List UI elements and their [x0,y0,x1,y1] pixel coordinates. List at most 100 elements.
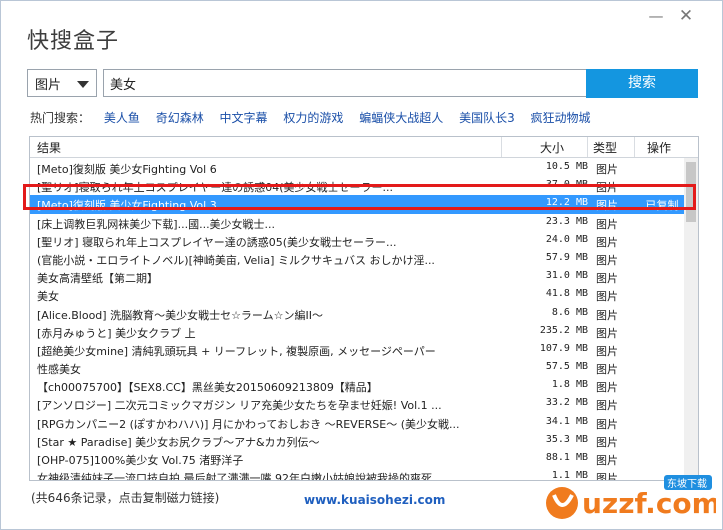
hot-search-link[interactable]: 蝙蝠侠大战超人 [359,111,443,125]
hot-search-link[interactable]: 中文字幕 [220,111,268,125]
hot-search-link[interactable]: 奇幻森林 [156,111,204,125]
scrollbar-thumb[interactable] [686,162,696,222]
row-name: [Meto]復刻版 美少女Fighting Vol 3 [37,199,217,213]
row-type: 图片 [596,217,618,231]
app-title: 快搜盒子 [27,29,120,54]
row-type: 图片 [596,272,618,286]
table-body: [Meto]復刻版 美少女Fighting Vol 6 10.5 MB 图片 [聖リオ… [30,159,698,481]
search-button[interactable]: 搜索 [586,69,698,98]
row-name: 美女高清壁纸【第二期】 [37,272,158,286]
row-size: 10.5 MB [545,161,588,172]
table-header: 结果 大小 类型 操作 [30,137,698,158]
type-dropdown[interactable]: 图片 [27,69,97,97]
column-divider[interactable] [501,137,502,157]
close-icon[interactable]: ✕ [675,7,697,25]
row-size: 12.2 MB [545,197,588,209]
table-row[interactable]: 美女高清壁纸【第二期】 31.0 MB 图片 [30,268,698,286]
table-row[interactable]: [Star ★ Paradise] 美少女お尻クラブ～アナ&カカ列伝～ 35.3 … [30,432,698,450]
table-row[interactable]: [Alice.Blood] 洗脳教育～美少女戦士セ☆ラーム☆ン編II～ 8.6 M… [30,305,698,323]
row-type: 图片 [596,454,618,467]
search-input[interactable] [103,69,589,97]
table-row[interactable]: 美女 41.8 MB 图片 [30,286,698,304]
row-type: 图片 [596,344,618,358]
table-row[interactable]: [Meto]復刻版 美少女Fighting Vol 6 10.5 MB 图片 [30,159,698,177]
row-name: [Star ★ Paradise] 美少女お尻クラブ～アナ&カカ列伝～ [37,435,320,449]
uzzf-watermark-logo: uzzf.com 东坡下载 [546,475,716,520]
type-dropdown-value: 图片 [35,78,62,93]
table-row[interactable]: 性感美女 57.5 MB 图片 [30,359,698,377]
row-name: [床上调教巨乳网袜美少下载]...國...美少女戦士... [37,217,276,231]
row-name: 女神级清纯妹子一流口技自拍 最后射了满满一嘴 92年白嫩小姑娘說被我操的爽死..… [37,472,443,481]
row-size: 8.6 MB [551,306,588,318]
row-size: 34.1 MB [545,415,588,427]
watermark-text: uzzf.com [582,487,716,520]
row-type: 图片 [596,308,618,322]
hot-search-link[interactable]: 美国队长3 [459,111,515,125]
row-name: [超絶美少女mine] 清純乳頭玩具 + リーフレット, 複製原画, メッセージ… [37,344,436,358]
row-type: 图片 [596,163,618,176]
row-action[interactable]: 已复制 [642,197,682,213]
row-type: 图片 [596,381,618,395]
hot-searches-label: 热门搜索： [30,111,91,125]
row-size: 88.1 MB [545,452,588,463]
hot-searches: 热门搜索： 美人鱼 奇幻森林 中文字幕 权力的游戏 蝙蝠侠大战超人 美国队长3 … [30,109,603,126]
table-row[interactable]: [赤月みゅうと] 美少女クラブ 上 235.2 MB 图片 [30,323,698,341]
row-name: 美女 [37,290,59,304]
row-size: 57.9 MB [545,251,588,263]
column-header-type[interactable]: 类型 [593,139,617,156]
table-row[interactable]: [床上调教巨乳网袜美少下载]...國...美少女戦士... 23.3 MB 图片 [30,214,698,232]
row-size: 31.0 MB [545,270,588,282]
scrollbar[interactable] [684,158,698,479]
row-type: 图片 [596,290,618,304]
table-row[interactable]: [聖リオ]寝取られ年上コスプレイヤー達の誘惑04(美少女戦士セーラー... 37.… [30,177,698,195]
table-row[interactable]: [RPGカンパニー2 (ぽすかわハハ)] 月にかわっておしおき ～REVERSE… [30,414,698,432]
row-name: (官能小説・エロライトノベル)[神崎美亩, Velia] ミルクサキュバス おし… [37,253,435,267]
chevron-down-icon [77,81,89,88]
row-name: [聖リオ]寝取られ年上コスプレイヤー達の誘惑04(美少女戦士セーラー... [37,181,394,195]
row-name: 【ch00075700】【SEX8.CC】黑丝美女20150609213809【… [37,381,378,395]
row-size: 24.0 MB [545,233,588,245]
results-table: 结果 大小 类型 操作 [Meto]復刻版 美少女Fighting Vol 6 1… [29,136,699,481]
hot-search-link[interactable]: 美人鱼 [104,111,140,125]
row-size: 33.2 MB [545,397,588,409]
row-type: 图片 [596,199,618,213]
row-name: [アンソロジー] 二次元コミックマガジン リア充美少女たちを孕ませ妊娠! Vol… [37,399,442,413]
column-header-name[interactable]: 结果 [37,139,61,156]
table-row[interactable]: [Meto]復刻版 美少女Fighting Vol 3 12.2 MB 图片 已复制 [30,195,698,214]
row-size: 107.9 MB [539,342,588,354]
column-header-action[interactable]: 操作 [647,139,671,156]
column-header-size[interactable]: 大小 [540,139,564,156]
table-row[interactable]: [超絶美少女mine] 清純乳頭玩具 + リーフレット, 複製原画, メッセージ… [30,341,698,359]
table-row[interactable]: [聖リオ] 寝取られ年上コスプレイヤー達の誘惑05(美少女戦士セーラー... 24… [30,232,698,250]
row-name: [聖リオ] 寝取られ年上コスプレイヤー達の誘惑05(美少女戦士セーラー... [37,235,397,249]
row-type: 图片 [596,235,618,249]
column-divider[interactable] [634,137,635,157]
row-type: 图片 [596,181,618,195]
row-type: 图片 [596,253,618,267]
row-size: 57.5 MB [545,361,588,373]
hot-search-link[interactable]: 疯狂动物城 [531,111,591,125]
row-type: 图片 [596,363,618,377]
app-window: 快搜盒子 — ✕ 图片 搜索 热门搜索： 美人鱼 奇幻森林 中文字幕 权力的游戏… [0,0,723,530]
row-name: [OHP-075]100%美少女 Vol.75 渚野洋子 [37,454,244,467]
row-name: [赤月みゅうと] 美少女クラブ 上 [37,326,196,340]
watermark-subtext: 东坡下载 [667,477,707,490]
row-size: 23.3 MB [545,215,588,227]
row-size: 235.2 MB [539,324,588,336]
minimize-icon[interactable]: — [645,7,667,25]
row-type: 图片 [596,399,618,413]
table-row[interactable]: [OHP-075]100%美少女 Vol.75 渚野洋子 88.1 MB 图片 [30,450,698,468]
row-name: 性感美女 [37,363,81,377]
column-divider[interactable] [587,137,588,157]
row-size: 41.8 MB [545,288,588,300]
table-row[interactable]: [アンソロジー] 二次元コミックマガジン リア充美少女たちを孕ませ妊娠! Vol… [30,395,698,413]
table-row[interactable]: (官能小説・エロライトノベル)[神崎美亩, Velia] ミルクサキュバス おし… [30,250,698,268]
row-size: 37.0 MB [545,179,588,191]
row-name: [Alice.Blood] 洗脳教育～美少女戦士セ☆ラーム☆ン編II～ [37,308,323,322]
row-size: 1.8 MB [551,379,588,391]
table-row[interactable]: 【ch00075700】【SEX8.CC】黑丝美女20150609213809【… [30,377,698,395]
website-link[interactable]: www.kuaisohezi.com [304,493,445,507]
status-text: (共646条记录，点击复制磁力链接) [31,491,220,505]
row-name: [Meto]復刻版 美少女Fighting Vol 6 [37,163,217,176]
hot-search-link[interactable]: 权力的游戏 [283,111,343,125]
